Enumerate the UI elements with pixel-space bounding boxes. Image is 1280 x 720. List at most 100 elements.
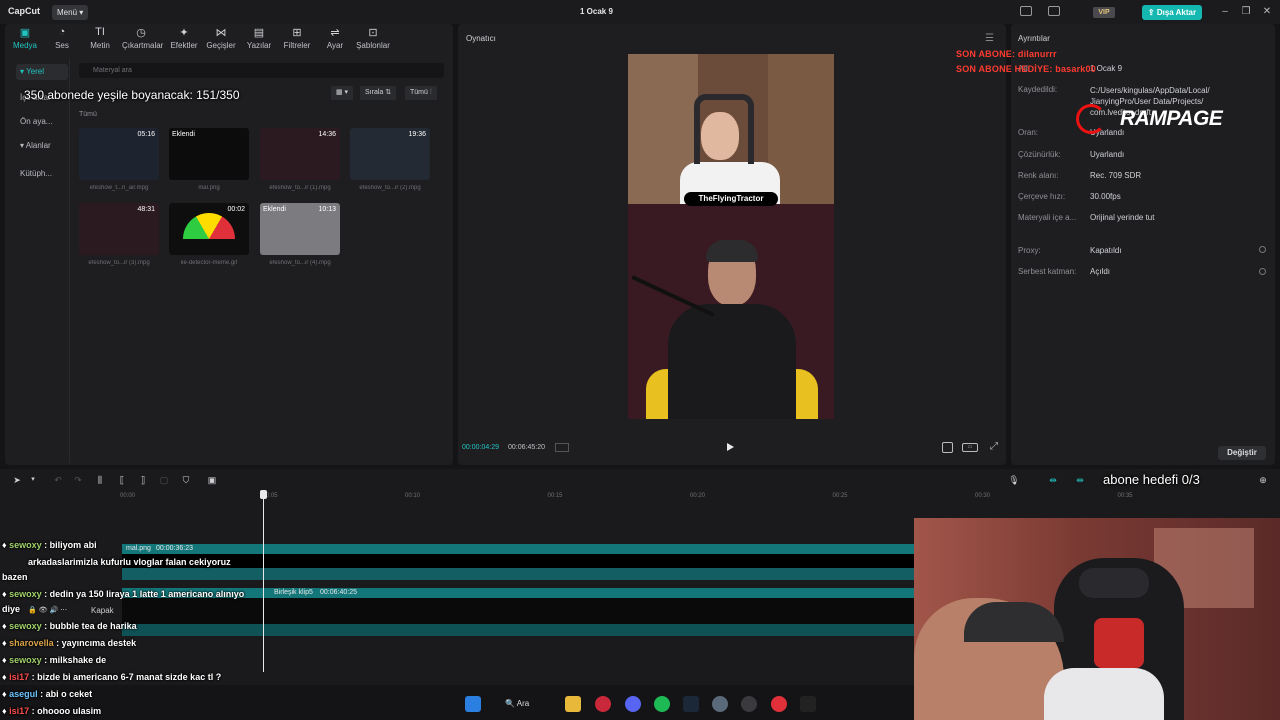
vivaldi-icon[interactable] <box>595 696 611 712</box>
chat-username: sewoxy <box>9 655 42 665</box>
layout-icon[interactable] <box>1020 6 1032 16</box>
media-thumbnail[interactable]: 14:36 <box>260 128 340 180</box>
delete-icon[interactable]: ▢ <box>158 474 170 486</box>
detail-label: Oran: <box>1018 128 1039 137</box>
tab-text[interactable]: TI Metin <box>81 26 119 50</box>
microphone-icon[interactable]: 🎙 <box>1008 474 1020 486</box>
app-logo: CapCut <box>8 6 40 16</box>
media-thumbnail[interactable]: 00:02 <box>169 203 249 255</box>
media-thumbnail[interactable]: 05:16 <box>79 128 159 180</box>
sidebar-item[interactable]: ▾ Alanlar <box>16 138 68 154</box>
marker-icon[interactable]: ⛉ <box>180 474 192 486</box>
magnet-icon[interactable]: ⇹ <box>1072 474 1088 486</box>
tab-label: Filtreler <box>283 41 311 50</box>
media-thumbnail[interactable]: 48:31 <box>79 203 159 255</box>
ratio-icon[interactable]: ▭ <box>962 443 978 452</box>
media-thumbnail[interactable]: 19:36 <box>350 128 430 180</box>
discord-icon[interactable] <box>625 696 641 712</box>
playhead-handle[interactable] <box>260 490 267 499</box>
tab-media[interactable]: ▣ Medya <box>6 26 44 50</box>
layout-panels-icon[interactable] <box>1048 6 1060 16</box>
tab-transitions[interactable]: ⋈ Geçişler <box>202 26 240 50</box>
chat-message: ♦ sharovella : yayıncıma destek <box>2 638 137 648</box>
link-icon[interactable]: ⇹ <box>1045 474 1061 486</box>
media-name: efeshow_to...ir (4).mpg <box>269 260 331 266</box>
maximize-icon[interactable]: ❐ <box>1239 5 1253 19</box>
filters-icon: ⊞ <box>292 27 302 39</box>
select-tool-icon[interactable]: ➤ <box>11 474 23 486</box>
steam-icon[interactable] <box>683 696 699 712</box>
timeline-track-video-body[interactable] <box>122 598 914 624</box>
sidebar-item-label: Kütüph... <box>20 169 53 178</box>
player-menu-icon[interactable]: ☰ <box>985 33 994 44</box>
media-thumbnail[interactable]: Eklendi <box>169 128 249 180</box>
cover-label[interactable]: Kapak <box>91 606 114 615</box>
crop-icon[interactable] <box>942 442 953 453</box>
close-icon[interactable]: ✕ <box>1260 5 1274 19</box>
trim-right-icon[interactable]: ⟧ <box>137 474 149 486</box>
ruler-tick: 00:00 <box>120 493 136 499</box>
chat-message: ♦ isi17 : bizde bi americano 6-7 manat s… <box>2 672 222 682</box>
fullscreen-icon[interactable]: ⤢ <box>990 441 998 452</box>
menu-button[interactable]: Menü ▾ <box>52 5 88 20</box>
timeline-track-image-body[interactable] <box>122 554 914 568</box>
sidebar-item[interactable]: Ön aya... <box>16 114 68 130</box>
added-badge: Eklendi <box>263 206 286 213</box>
opera-icon[interactable] <box>771 696 787 712</box>
obs-icon[interactable] <box>741 696 757 712</box>
settings-icon[interactable] <box>712 696 728 712</box>
tab-adjust[interactable]: ⇌ Ayar <box>316 26 354 50</box>
sidebar-item[interactable]: ▾ Yerel <box>16 64 68 80</box>
sidebar-item[interactable]: Kütüph... <box>16 166 68 182</box>
zoom-fit-icon[interactable]: ⊕ <box>1257 474 1269 486</box>
capcut-icon[interactable] <box>800 696 816 712</box>
media-search-input[interactable]: Materyal ara <box>79 63 444 78</box>
chat-text: : yayıncıma destek <box>56 638 137 648</box>
split-icon[interactable]: ⫼ <box>94 474 106 486</box>
chevron-down-icon[interactable]: ▾ <box>27 474 39 486</box>
chat-username: sewoxy <box>9 589 42 599</box>
taskbar-search[interactable]: 🔍 Ara <box>505 696 545 712</box>
tab-captions[interactable]: ▤ Yazılar <box>240 26 278 50</box>
minimize-icon[interactable]: – <box>1218 5 1232 19</box>
vip-badge[interactable]: VIP <box>1093 7 1115 18</box>
freeze-icon[interactable]: ▣ <box>206 474 218 486</box>
play-icon[interactable] <box>727 443 734 451</box>
sort-button[interactable]: Sırala ⇅ <box>360 86 397 100</box>
file-explorer-icon[interactable] <box>565 696 581 712</box>
trim-left-icon[interactable]: ⟦ <box>116 474 128 486</box>
tab-effects[interactable]: ✦ Efektler <box>165 26 203 50</box>
playhead[interactable] <box>263 492 264 672</box>
title-bar <box>0 0 1280 24</box>
detail-label: Serbest katman: <box>1018 267 1077 276</box>
info-icon[interactable] <box>1259 246 1266 253</box>
redo-icon[interactable]: ↷ <box>72 474 84 486</box>
media-icon: ▣ <box>19 27 31 39</box>
media-name: efeshow_to...ir (3).mpg <box>88 260 150 266</box>
tab-sticker[interactable]: ◷ Çıkartmalar <box>122 26 163 50</box>
chat-username: isi17 <box>9 672 30 682</box>
timeline-track-image[interactable]: mal.png 00:00:36:23 <box>122 544 914 554</box>
detail-label: Materyali içe a... <box>1018 213 1077 222</box>
timeline-track-bar[interactable] <box>122 568 914 580</box>
timeline-track-audio[interactable] <box>122 624 914 636</box>
track-controls[interactable]: 🔒 👁 🔊 ⋯ <box>28 606 67 614</box>
windows-start-icon[interactable] <box>465 696 481 712</box>
view-toggle-button[interactable]: ▦ ▾ <box>331 86 354 100</box>
current-time: 00:00:04:29 <box>462 444 499 451</box>
info-icon[interactable] <box>1259 268 1266 275</box>
spotify-icon[interactable] <box>654 696 670 712</box>
media-thumbnail[interactable]: 10:13 Eklendi <box>260 203 340 255</box>
transitions-icon: ⋈ <box>215 27 227 39</box>
timecode-format-icon[interactable] <box>555 443 569 452</box>
tab-audio[interactable]: ◔ Ses <box>43 26 81 50</box>
filter-button[interactable]: Tümü ⫶ <box>405 86 437 100</box>
undo-icon[interactable]: ↶ <box>52 474 64 486</box>
change-button[interactable]: Değiştir <box>1218 446 1266 460</box>
detail-label: Çözünürlük: <box>1018 150 1061 159</box>
tab-templates[interactable]: ⊡ Şablonlar <box>354 26 392 50</box>
export-button[interactable]: ⇪ Dışa Aktar <box>1142 5 1202 20</box>
tab-filters[interactable]: ⊞ Filtreler <box>278 26 316 50</box>
clip-duration: 00:00:36:23 <box>156 545 193 552</box>
ruler-tick: 00:25 <box>832 493 848 499</box>
